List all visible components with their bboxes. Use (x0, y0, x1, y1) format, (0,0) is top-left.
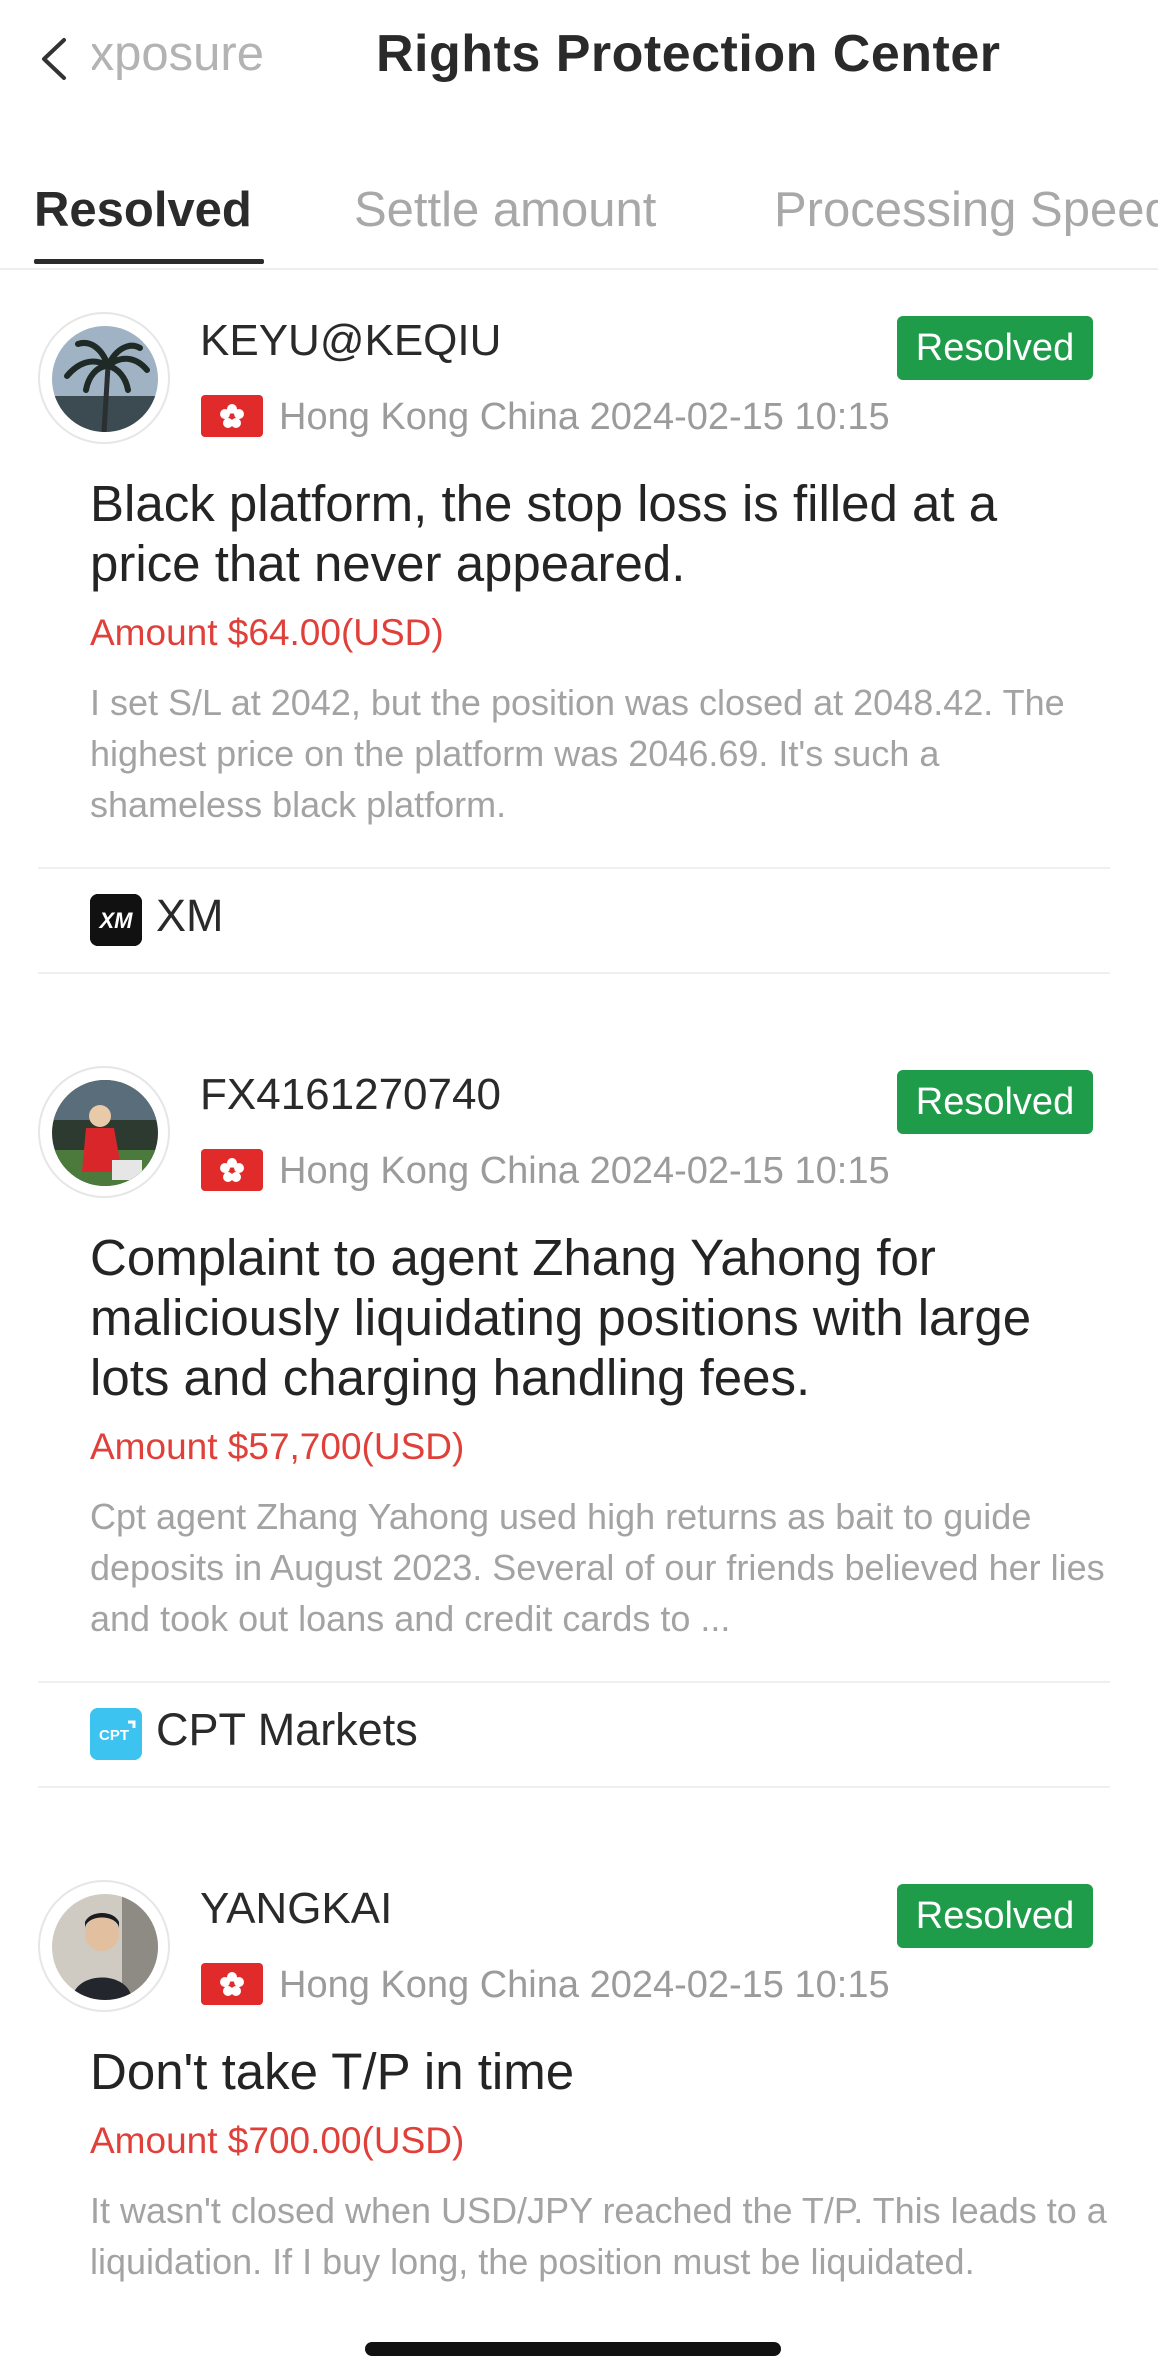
avatar[interactable] (38, 1066, 170, 1198)
divider (38, 867, 1110, 869)
back-link-label[interactable]: Exposure (92, 26, 264, 82)
divider (38, 1786, 1110, 1788)
status-badge: Resolved (897, 1884, 1093, 1948)
tab-settle-amount[interactable]: Settle amount (354, 182, 656, 238)
broker-name[interactable]: CPT Markets (156, 1704, 418, 1756)
page-title: Rights Protection Center (376, 25, 1001, 83)
xm-logo-text: XM (98, 908, 134, 933)
location-datetime: Hong Kong China 2024-02-15 10:15 (279, 1150, 890, 1193)
complaint-headline: Complaint to agent Zhang Yahong for mali… (90, 1229, 1032, 1406)
avatar-palm-tree-image (52, 326, 158, 432)
avatar-man-image (52, 1894, 158, 2000)
divider (38, 972, 1110, 974)
complaint-card[interactable]: YANGKAI Resolved Hong Kong China 2024-02… (0, 1880, 1158, 2340)
cpt-markets-broker-logo-icon[interactable]: CPT (90, 1708, 142, 1760)
hong-kong-flag-icon (201, 1963, 263, 2005)
location-datetime: Hong Kong China 2024-02-15 10:15 (279, 396, 890, 439)
username: FX4161270740 (200, 1070, 501, 1119)
avatar-person-image (52, 1080, 158, 1186)
complaint-description: Cpt agent Zhang Yahong used high returns… (90, 1496, 1105, 1639)
complaint-card[interactable]: KEYU@KEQIU Resolved Hong Kong China 2024… (0, 312, 1158, 974)
avatar[interactable] (38, 312, 170, 444)
complaint-card[interactable]: FX4161270740 Resolved Hong Kong China 20… (0, 1066, 1158, 1788)
active-tab-indicator (34, 259, 264, 264)
complaint-amount: Amount $64.00(USD) (90, 612, 444, 653)
region-label: Hong Kong China (279, 396, 579, 438)
status-badge: Resolved (897, 316, 1093, 380)
tab-resolved[interactable]: Resolved (34, 182, 252, 238)
avatar[interactable] (38, 1880, 170, 2012)
datetime-label: 2024-02-15 10:15 (589, 1150, 890, 1192)
xm-broker-logo-icon[interactable]: XM (90, 894, 142, 946)
complaint-description: It wasn't closed when USD/JPY reached th… (90, 2190, 1107, 2282)
region-label: Hong Kong China (279, 1150, 579, 1192)
region-label: Hong Kong China (279, 1964, 579, 2006)
complaint-amount: Amount $700.00(USD) (90, 2120, 465, 2161)
complaint-headline: Black platform, the stop loss is filled … (90, 475, 998, 592)
username: KEYU@KEQIU (200, 316, 502, 365)
complaint-amount: Amount $57,700(USD) (90, 1426, 465, 1467)
back-arrow-icon[interactable] (36, 34, 76, 84)
top-navigation-bar: Exposure Rights Protection Center (0, 0, 1158, 120)
home-indicator[interactable] (365, 2342, 781, 2356)
username: YANGKAI (200, 1884, 393, 1933)
datetime-label: 2024-02-15 10:15 (589, 396, 890, 438)
broker-name[interactable]: XM (156, 890, 224, 942)
status-badge: Resolved (897, 1070, 1093, 1134)
tab-processing-speed[interactable]: Processing Speed (774, 182, 1158, 238)
complaint-description: I set S/L at 2042, but the position was … (90, 682, 1065, 825)
location-datetime: Hong Kong China 2024-02-15 10:15 (279, 1964, 890, 2007)
cpt-logo-text: CPT (99, 1727, 129, 1744)
datetime-label: 2024-02-15 10:15 (589, 1964, 890, 2006)
hong-kong-flag-icon (201, 1149, 263, 1191)
complaint-headline: Don't take T/P in time (90, 2043, 575, 2100)
hong-kong-flag-icon (201, 395, 263, 437)
divider (38, 1681, 1110, 1683)
tab-bar: Resolved Settle amount Processing Speed (0, 180, 1158, 270)
